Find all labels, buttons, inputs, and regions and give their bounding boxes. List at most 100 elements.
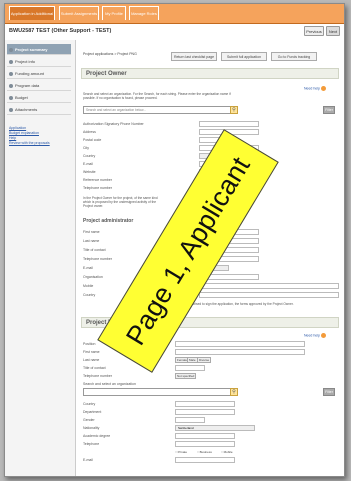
field-label: E-mail <box>83 266 93 270</box>
field-label: E-mail <box>83 162 93 166</box>
help-link[interactable]: Need help <box>304 86 326 91</box>
sidebar-item-label: Project info <box>15 59 36 64</box>
sidebar-link-application[interactable]: Application <box>9 126 26 130</box>
telephone-option-mobile[interactable]: ○ Mobile <box>221 450 233 454</box>
help-label: Need help <box>304 333 320 338</box>
bullet-icon <box>9 47 13 52</box>
field-label: Country <box>83 293 96 297</box>
pm-position-input[interactable] <box>175 341 305 347</box>
help-link[interactable]: Need help <box>304 333 326 338</box>
field-label: Country <box>83 154 96 158</box>
previous-button[interactable]: Previous <box>304 26 324 36</box>
bullet-icon <box>9 59 13 64</box>
search-org-label: Search and select an organization <box>83 382 136 386</box>
help-icon <box>320 333 326 338</box>
top-navigation-bar: Application in Additional Submit Assignm… <box>5 4 344 24</box>
pm-country-select[interactable]: Not specified <box>175 373 197 379</box>
filter-button[interactable]: Filter <box>323 388 335 396</box>
field-label: Country <box>83 402 96 406</box>
search-icon[interactable]: ⚲ <box>230 106 238 114</box>
gender-option-diverse[interactable]: Diverse <box>197 357 212 363</box>
bullet-icon <box>9 107 13 112</box>
nationality-value: Switzerland <box>178 426 194 430</box>
page-title: BWU2587 TEST (Other Support - TEST) <box>9 28 112 34</box>
bullet-icon <box>9 95 13 100</box>
pm-nationality-select[interactable]: Switzerland <box>175 425 255 431</box>
field-label: Telephone <box>83 442 100 446</box>
field-label: Last name <box>83 239 100 243</box>
tab-manage-roles[interactable]: Manage Roles <box>129 6 159 20</box>
filter-button[interactable]: Filter <box>323 106 335 114</box>
field-label: E-mail <box>83 458 93 462</box>
submit-application-button[interactable]: Submit full application <box>221 52 267 61</box>
pm-telephone-input[interactable] <box>175 441 235 447</box>
field-label: Department <box>83 410 102 414</box>
page: Application in Additional Submit Assignm… <box>0 0 351 481</box>
admin-mobile-input[interactable] <box>199 283 339 289</box>
return-checklist-button[interactable]: Return last checklist page <box>171 52 217 61</box>
pm-field-input[interactable] <box>175 401 235 407</box>
sidebar-item-label: Budget <box>15 95 28 100</box>
sidebar-item-attachments[interactable]: Attachments <box>7 104 71 115</box>
bullet-icon <box>9 83 13 88</box>
radio-label: Business <box>199 450 212 454</box>
field-label: Organisation <box>83 275 103 279</box>
next-button[interactable]: Next <box>326 26 340 36</box>
pm-degree-input[interactable] <box>175 433 235 439</box>
field-label: Website <box>83 170 96 174</box>
telephone-option-private[interactable]: ○ Private <box>175 450 187 454</box>
tab-submit-assignments[interactable]: Submit Assignments <box>59 6 99 20</box>
gender-option-male[interactable]: Male <box>187 357 198 363</box>
field-label: Title of contact <box>83 366 106 370</box>
organization-search-input[interactable]: Search and select an organization below.… <box>83 106 231 114</box>
field-label: Telephone number <box>83 374 112 378</box>
pm-email-input[interactable] <box>175 457 235 463</box>
radio-label: Private <box>177 450 187 454</box>
sidebar-link-review[interactable]: Review with the proposals <box>9 141 50 145</box>
screenshot-frame: Application in Additional Submit Assignm… <box>4 3 345 477</box>
bullet-icon <box>9 71 13 76</box>
sidebar-item-project-summary[interactable]: Project summary <box>7 44 71 55</box>
sidebar-item-budget[interactable]: Budget <box>7 92 71 103</box>
sidebar-item-label: Funding amount <box>15 71 44 76</box>
field-label: Nationality <box>83 426 100 430</box>
telephone-option-business[interactable]: ○ Business <box>197 450 212 454</box>
search-intro: Search and select an organization. For t… <box>83 92 231 100</box>
field-label: Mobile <box>83 284 94 288</box>
pm-organization-search-input[interactable] <box>83 388 231 396</box>
radio-label: Mobile <box>223 450 233 454</box>
breadcrumb: Project applications > Project PNG <box>83 52 137 56</box>
app-header: BWU2587 TEST (Other Support - TEST) Prev… <box>5 26 344 38</box>
field-label: Academic degree <box>83 434 111 438</box>
owner-note: In the Project Owner for the project, of… <box>83 196 158 208</box>
signatory-phone-input[interactable] <box>199 121 259 127</box>
sidebar-item-project-info[interactable]: Project info <box>7 56 71 67</box>
field-label: Telephone number <box>83 186 112 190</box>
help-label: Need help <box>304 86 320 91</box>
sidebar-item-label: Program data <box>15 83 40 88</box>
pm-title-input[interactable] <box>175 365 205 371</box>
pm-department-input[interactable] <box>175 409 235 415</box>
sidebar-item-program-data[interactable]: Program data <box>7 80 71 91</box>
admin-country-input[interactable] <box>199 292 339 298</box>
section-title: Project Owner <box>86 71 127 77</box>
pm-first-name-input[interactable] <box>175 349 305 355</box>
tab-my-profile[interactable]: My Profile <box>102 6 126 20</box>
funds-tracking-button[interactable]: Go to Funds tracking <box>271 52 317 61</box>
tab-application[interactable]: Application in Additional <box>9 6 55 20</box>
sidebar-link-budget[interactable]: Budget explanation <box>9 131 39 135</box>
field-label: Authorization Signatory Phone Number <box>83 122 144 126</box>
help-icon <box>320 86 326 91</box>
field-label: Postal code <box>83 138 102 142</box>
search-icon[interactable]: ⚲ <box>230 388 238 396</box>
field-label: Title of contact <box>83 248 106 252</box>
field-label: Last name <box>83 358 100 362</box>
field-label: Position <box>83 342 96 346</box>
sidebar-item-label: Attachments <box>15 107 38 112</box>
subsection-project-administrator: Project administrator <box>83 218 134 224</box>
section-project-owner: Project Owner <box>81 68 339 79</box>
pm-gender-input[interactable] <box>175 417 205 423</box>
field-label: Reference number <box>83 178 112 182</box>
sidebar-item-funding[interactable]: Funding amount <box>7 68 71 79</box>
sidebar-link-help[interactable]: Help <box>9 136 16 140</box>
